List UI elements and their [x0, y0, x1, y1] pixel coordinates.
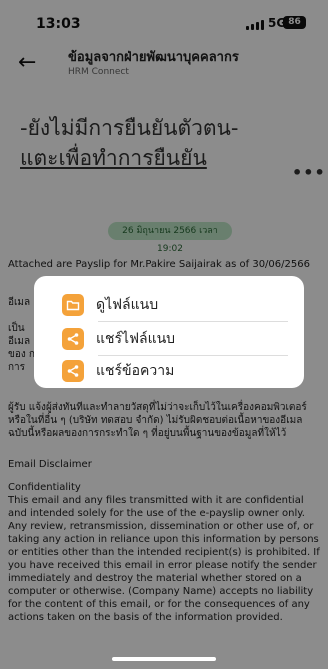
menu-item-share-attachment[interactable]: แชร์ไฟล์แนบ	[62, 326, 292, 352]
divider	[98, 355, 288, 356]
share-icon	[62, 360, 84, 382]
menu-item-view-attachment[interactable]: ดูไฟล์แนบ	[62, 292, 292, 318]
screen: 13:03 5G 86 ← ข้อมูลจากฝ่ายพัฒนาบุคคลากร…	[0, 0, 328, 669]
folder-icon	[62, 294, 84, 316]
share-icon	[62, 328, 84, 350]
menu-item-label: ดูไฟล์แนบ	[96, 297, 159, 313]
home-indicator[interactable]	[112, 657, 216, 661]
menu-item-label: แชร์ไฟล์แนบ	[96, 331, 176, 347]
attachment-menu: ดูไฟล์แนบ แชร์ไฟล์แนบ แชร์ข้อความ	[34, 276, 304, 388]
menu-item-share-message[interactable]: แชร์ข้อความ	[62, 358, 292, 384]
divider	[98, 321, 288, 322]
menu-item-label: แชร์ข้อความ	[96, 363, 175, 379]
